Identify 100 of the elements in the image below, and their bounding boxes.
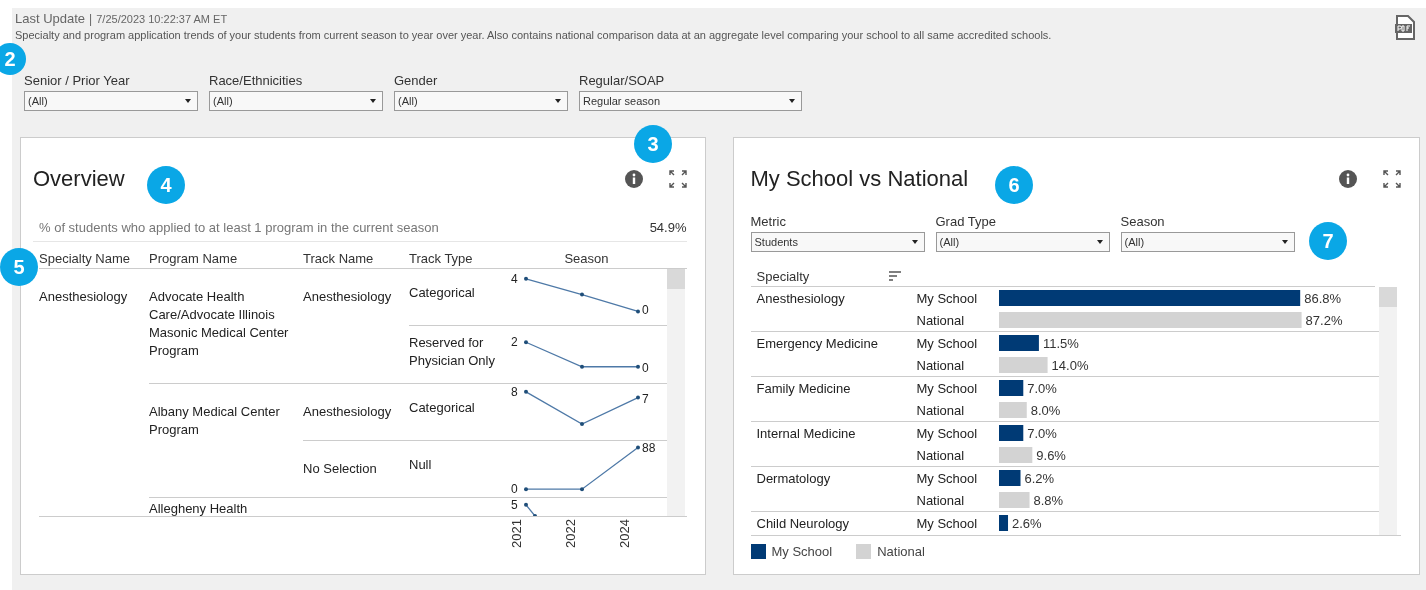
axis-label: 2024: [617, 519, 633, 548]
bar: [998, 402, 1027, 418]
step-badge: 5: [0, 248, 38, 286]
data-label: 8.8%: [1033, 493, 1063, 508]
step-badge: 2: [0, 43, 26, 75]
pdf-icon[interactable]: [1394, 15, 1416, 41]
category-label: Child Neurology: [755, 515, 850, 533]
expand-icon[interactable]: [1383, 170, 1401, 188]
info-icon[interactable]: [1339, 170, 1357, 188]
category-label: Family Medicine: [755, 380, 852, 398]
table-cell: Anesthesiology: [39, 289, 128, 304]
table-cell: No Selection: [303, 461, 377, 476]
series-label: My School: [916, 425, 979, 441]
series-label: National: [916, 312, 966, 328]
table-cell: Categorical: [409, 399, 475, 417]
sort-icon[interactable]: [889, 271, 902, 281]
update-time: 7/25/2023 10:22:37 AM ET: [96, 13, 228, 25]
column-header: Track Name: [303, 251, 375, 268]
data-label: 2.6%: [1011, 516, 1042, 531]
filter-label: Metric: [750, 214, 787, 229]
bar: [998, 492, 1030, 508]
legend-label: My School: [771, 544, 833, 559]
data-label: 87.2%: [1305, 313, 1342, 328]
category-label: Internal Medicine: [755, 425, 857, 443]
filter-dropdown[interactable]: Students: [750, 232, 925, 252]
filter-dropdown[interactable]: (All): [935, 232, 1110, 252]
column-header: Program Name: [149, 251, 239, 268]
data-label: 14.0%: [1051, 358, 1088, 373]
summary-label: % of students who applied to at least 1 program in the current season: [39, 220, 439, 235]
filter-label: Season: [1120, 214, 1166, 229]
series-label: My School: [916, 290, 979, 306]
separator: |: [89, 12, 93, 26]
series-label: National: [916, 447, 966, 463]
scrollbar-thumb[interactable]: [1378, 287, 1397, 307]
value-label: 0: [511, 482, 518, 497]
filter-dropdown[interactable]: (All): [1120, 232, 1295, 252]
bar: [998, 470, 1020, 486]
column-header: Specialty Name: [39, 251, 132, 268]
scrollbar-thumb[interactable]: [667, 269, 685, 289]
summary-value: 54.9%: [649, 220, 687, 235]
value-label: 2: [511, 335, 518, 350]
card-title: Overview: [33, 166, 125, 192]
category-label: Emergency Medicine: [755, 335, 879, 353]
sparkline: [524, 502, 537, 516]
filter-dropdown[interactable]: Regular season: [579, 91, 802, 111]
filter-label: Regular/SOAP: [579, 73, 666, 88]
series-label: My School: [916, 380, 979, 396]
data-label: 11.5%: [1042, 336, 1079, 351]
card-title: My School vs National: [750, 166, 969, 192]
bar: [998, 447, 1032, 463]
filter-label: Senior / Prior Year: [24, 73, 131, 88]
bar: [998, 425, 1023, 441]
axis-label: 2021: [509, 519, 525, 548]
data-label: 7.0%: [1026, 381, 1057, 396]
column-header: Season: [563, 251, 610, 268]
bar: [998, 515, 1008, 531]
column-header: Track Type: [409, 251, 474, 268]
bar: [998, 335, 1039, 351]
series-label: National: [916, 492, 966, 508]
description: Specialty and program application trends of your students from current season to year over year. Also contains national comparison data at an aggregate level comparing your school to all same accredited schools.: [15, 29, 1052, 41]
value-label: 8: [511, 384, 518, 399]
value-label: 5: [511, 497, 518, 512]
filter-label: Grad Type: [935, 214, 997, 229]
series-label: My School: [916, 515, 979, 531]
expand-icon[interactable]: [668, 170, 687, 188]
value-label: 4: [511, 271, 518, 286]
table-cell: Categorical: [409, 284, 475, 302]
value-label: 88: [642, 441, 656, 456]
series-label: My School: [916, 470, 979, 486]
bar: [998, 357, 1048, 373]
legend-label: National: [877, 544, 925, 559]
filter-dropdown[interactable]: (All): [209, 91, 383, 111]
series-label: National: [916, 402, 966, 418]
column-header: Specialty: [756, 268, 810, 284]
table-cell: Advocate Health Care/Advocate Illinois Masonic Medical Center Program: [149, 289, 289, 358]
table-cell: Albany Medical Center Program: [149, 404, 280, 437]
value-label: 0: [642, 303, 649, 317]
data-label: 86.8%: [1303, 291, 1341, 306]
info-icon[interactable]: [624, 170, 643, 188]
filter-dropdown[interactable]: (All): [394, 91, 568, 111]
series-label: National: [916, 357, 966, 373]
filter-label: Race/Ethnicities: [209, 73, 304, 88]
category-label: Dermatology: [755, 470, 832, 488]
filter-dropdown[interactable]: (All): [24, 91, 198, 111]
table-cell-text: Reserved for Physician Only: [409, 334, 496, 370]
filter-label: Gender: [394, 73, 439, 88]
axis-label: 2022: [563, 519, 579, 548]
bar: [998, 380, 1023, 396]
table-cell: Anesthesiology: [303, 289, 392, 304]
table-cell: Anesthesiology: [303, 404, 392, 419]
value-label: 0: [642, 360, 649, 375]
data-label: 8.0%: [1030, 403, 1060, 418]
data-label: 6.2%: [1024, 471, 1054, 486]
category-label: Anesthesiology: [755, 290, 846, 308]
table-cell: Allegheny Health: [149, 501, 248, 516]
table-cell: Null: [409, 456, 432, 474]
data-label: 9.6%: [1035, 448, 1066, 463]
data-label: 7.0%: [1026, 426, 1057, 441]
series-label: My School: [916, 335, 979, 351]
update-label: Last Update: [15, 11, 86, 26]
